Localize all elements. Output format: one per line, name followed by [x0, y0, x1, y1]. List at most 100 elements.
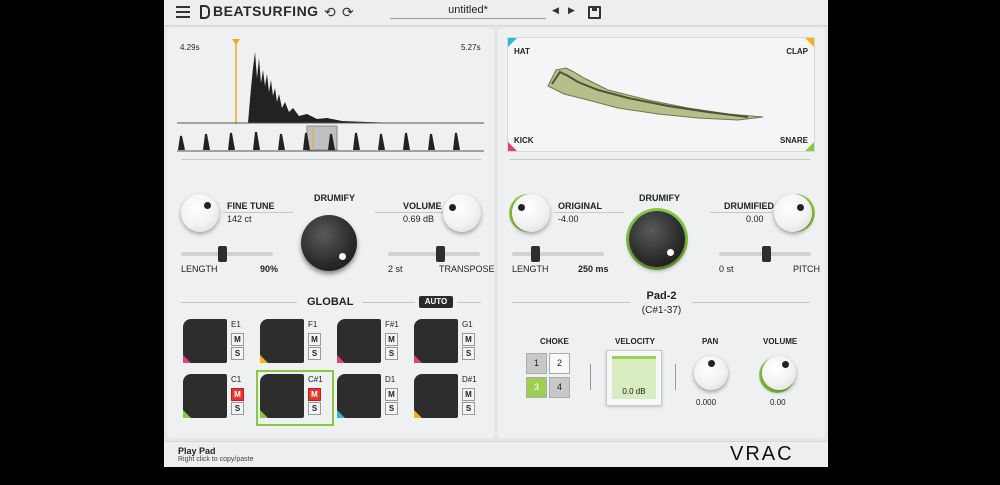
xy-pad[interactable]: HAT CLAP KICK SNARE — [507, 37, 815, 152]
pad-mute-button[interactable]: M — [385, 333, 398, 346]
original-label: ORIGINAL — [558, 201, 602, 211]
divider — [181, 159, 481, 160]
undo-icon[interactable]: ⟲ — [324, 4, 336, 21]
pad-color-marker — [414, 355, 422, 363]
choke-cell-3[interactable]: 3 — [526, 377, 547, 398]
transpose-label: TRANSPOSE — [439, 264, 495, 274]
global-label: GLOBAL — [307, 296, 354, 308]
pad-color-marker — [337, 355, 345, 363]
pad-solo-button[interactable]: S — [462, 347, 475, 360]
pad-note-name: D#1 — [462, 375, 477, 384]
fine-tune-knob[interactable] — [181, 194, 219, 232]
pad-note-name: F1 — [308, 320, 318, 329]
pad-color-marker — [260, 355, 268, 363]
pad-solo-button[interactable]: S — [385, 402, 398, 415]
pad-mute-button[interactable]: M — [231, 333, 244, 346]
pad-note-name: F#1 — [385, 320, 399, 329]
previous-preset-icon[interactable]: ◀ — [552, 5, 559, 16]
volume-knob[interactable] — [443, 194, 481, 232]
length-slider-track[interactable] — [181, 252, 273, 256]
pad-drumify-knob[interactable] — [629, 211, 685, 267]
drumified-value: 0.00 — [746, 214, 764, 224]
pad-mute-button[interactable]: M — [308, 388, 321, 401]
drumified-knob[interactable] — [774, 194, 812, 232]
pad-length-value: 250 ms — [578, 264, 609, 274]
right-panel: HAT CLAP KICK SNARE ORIGINAL -4.00 DRUMI… — [498, 28, 825, 438]
vrac-logo: VRAC — [730, 443, 794, 465]
choke-cell-1[interactable]: 1 — [526, 353, 547, 374]
pad-mute-button[interactable]: M — [462, 388, 475, 401]
pad-tile[interactable] — [260, 319, 304, 363]
pad-tile[interactable] — [337, 319, 381, 363]
velocity-box[interactable]: 0.0 dB — [606, 350, 662, 406]
choke-cell-4[interactable]: 4 — [549, 377, 570, 398]
divider — [363, 302, 415, 303]
length-label: LENGTH — [181, 264, 218, 274]
pitch-value: 0 st — [719, 264, 734, 274]
top-bar: BEATSURFING ⟲ ⟳ untitled* ◀ ▶ — [164, 0, 828, 26]
pad-mute-button[interactable]: M — [462, 333, 475, 346]
fine-tune-knob-indicator — [204, 202, 211, 209]
pad-note-name: C#1 — [308, 375, 323, 384]
pad-solo-button[interactable]: S — [231, 402, 244, 415]
menu-icon[interactable] — [176, 6, 190, 18]
next-preset-icon[interactable]: ▶ — [568, 5, 575, 16]
pad-mute-button[interactable]: M — [308, 333, 321, 346]
pad-tile[interactable] — [337, 374, 381, 418]
pan-label: PAN — [702, 337, 719, 346]
save-icon[interactable] — [588, 6, 601, 19]
divider — [223, 212, 293, 213]
pad-color-marker — [183, 410, 191, 418]
divider — [554, 212, 624, 213]
pad-drumify-label: DRUMIFY — [639, 193, 680, 203]
auto-button[interactable]: AUTO — [419, 296, 453, 308]
pad-tile[interactable] — [414, 319, 458, 363]
waveform-view[interactable]: 4.29s 5.27s — [167, 28, 494, 158]
pad-length-label: LENGTH — [512, 264, 549, 274]
pad-tile[interactable] — [183, 319, 227, 363]
pad-color-marker — [337, 410, 345, 418]
choke-cell-2[interactable]: 2 — [549, 353, 570, 374]
status-title: Play Pad — [178, 446, 216, 456]
original-knob-indicator — [518, 204, 525, 211]
pad-solo-button[interactable]: S — [385, 347, 398, 360]
pad-volume-knob[interactable] — [762, 356, 796, 390]
pad-note-name: G1 — [462, 320, 473, 329]
pad-mute-button[interactable]: M — [385, 388, 398, 401]
drumify-knob[interactable] — [301, 215, 357, 271]
transpose-value: 2 st — [388, 264, 403, 274]
brand-name: BEATSURFING — [213, 3, 319, 19]
divider — [512, 302, 630, 303]
pad-volume-value: 0.00 — [770, 398, 786, 407]
divider — [675, 364, 676, 390]
pan-knob[interactable] — [694, 356, 728, 390]
divider — [375, 212, 443, 213]
divider — [510, 159, 810, 160]
pad-tile[interactable] — [183, 374, 227, 418]
original-knob[interactable] — [512, 194, 550, 232]
pad-solo-button[interactable]: S — [308, 402, 321, 415]
pan-value: 0.000 — [696, 398, 717, 407]
fine-tune-value: 142 ct — [227, 214, 252, 224]
waveform-graphic — [177, 39, 484, 152]
length-slider-thumb[interactable] — [218, 246, 227, 262]
drumified-label: DRUMIFIED — [724, 201, 774, 211]
pad-tile[interactable] — [414, 374, 458, 418]
pitch-slider-thumb[interactable] — [762, 246, 771, 262]
pad-solo-button[interactable]: S — [231, 347, 244, 360]
brand-icon — [200, 5, 210, 19]
transpose-slider-track[interactable] — [388, 252, 480, 256]
pad-length-slider-track[interactable] — [512, 252, 604, 256]
pad-tile[interactable] — [260, 374, 304, 418]
preset-name[interactable]: untitled* — [390, 4, 546, 19]
pad-solo-button[interactable]: S — [308, 347, 321, 360]
transpose-slider-thumb[interactable] — [436, 246, 445, 262]
pad-color-marker — [183, 355, 191, 363]
pad-mute-button[interactable]: M — [231, 388, 244, 401]
pad-solo-button[interactable]: S — [462, 402, 475, 415]
divider — [692, 302, 810, 303]
drumify-label: DRUMIFY — [314, 193, 355, 203]
pad-length-slider-thumb[interactable] — [531, 246, 540, 262]
redo-icon[interactable]: ⟳ — [342, 4, 354, 21]
pad-color-marker — [260, 410, 268, 418]
